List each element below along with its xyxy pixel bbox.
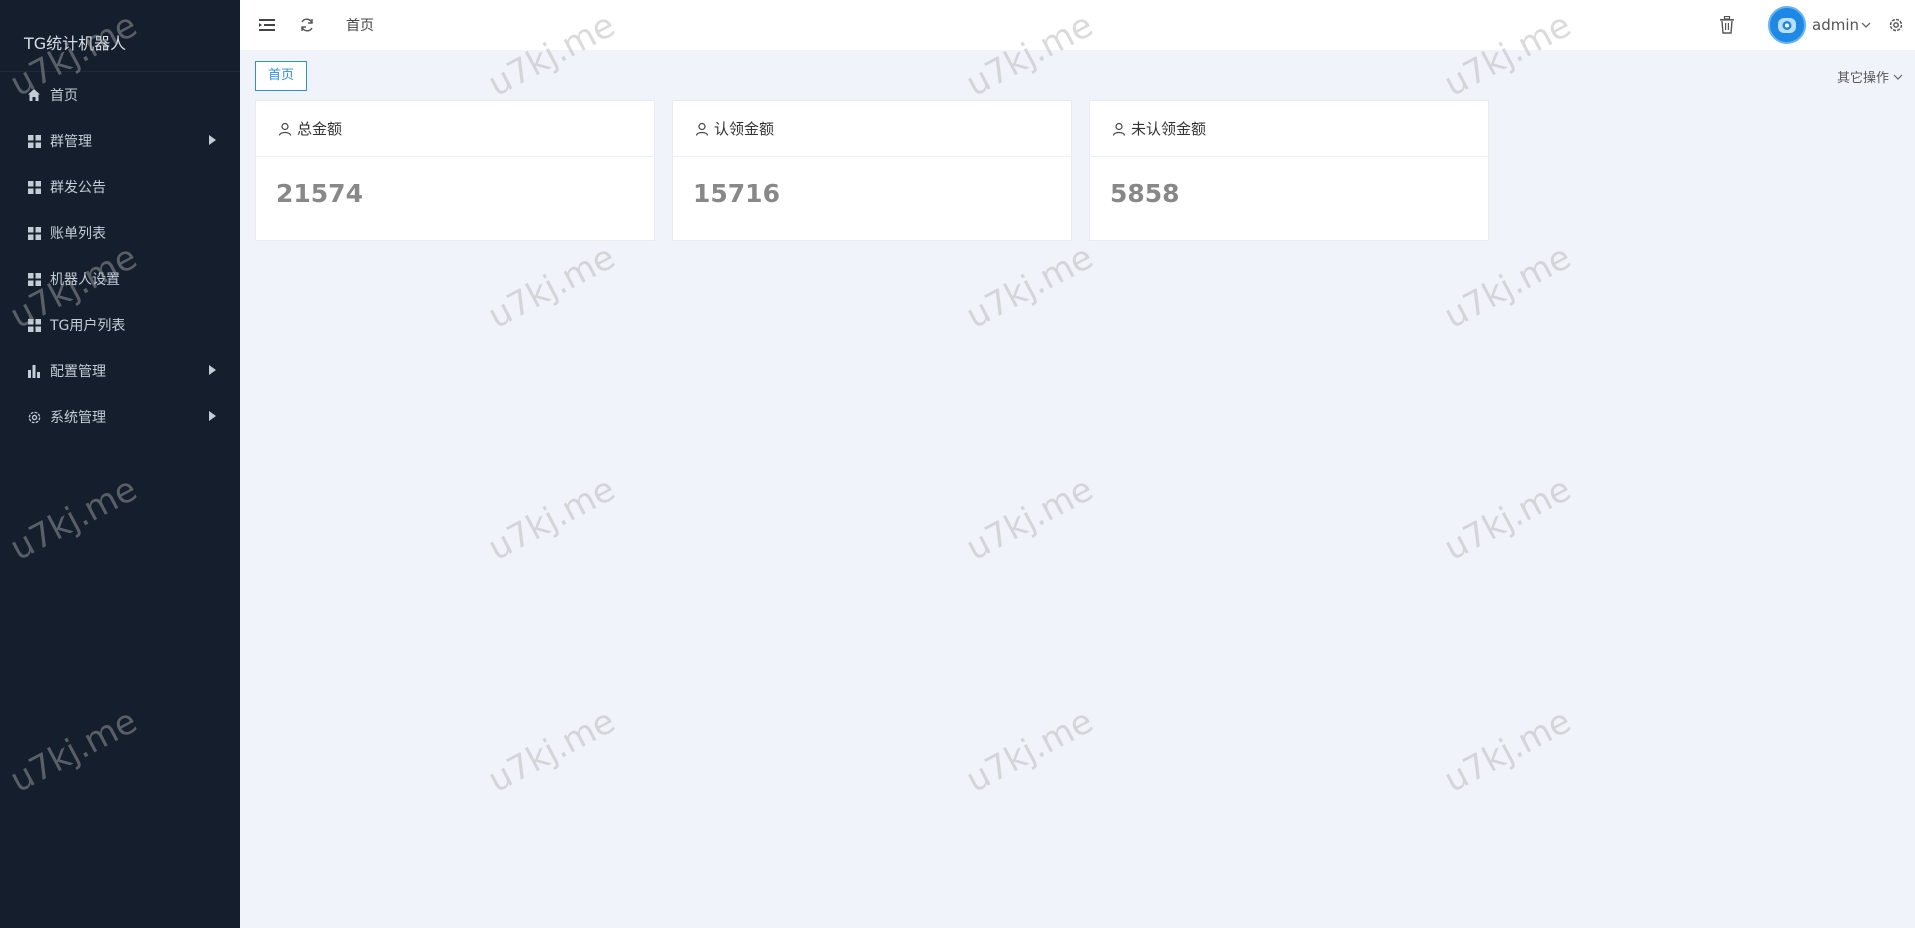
sidebar-item-home[interactable]: 首页: [0, 72, 240, 118]
caret-right-icon: [209, 365, 216, 375]
sidebar-item-group-management[interactable]: 群管理: [0, 118, 240, 164]
grid-icon: [26, 271, 42, 287]
watermark: u7kj.me: [481, 237, 622, 337]
grid-icon: [26, 225, 42, 241]
sidebar-item-tg-users[interactable]: TG用户列表: [0, 302, 240, 348]
user-menu[interactable]: admin: [1812, 16, 1871, 34]
app-root: TG统计机器人 首页 群管理 群发公告 账单列表 机器人设置 TG用户列表 配置…: [0, 0, 1915, 928]
sidebar-item-label: TG用户列表: [50, 318, 126, 334]
stat-card-total: 总金额 21574: [255, 100, 655, 241]
tag-bar: 首页 其它操作: [240, 50, 1915, 100]
refresh-icon[interactable]: [296, 14, 318, 36]
user-icon: [1112, 122, 1126, 136]
sidebar-item-system[interactable]: 系统管理: [0, 394, 240, 440]
sidebar-item-label: 系统管理: [50, 410, 106, 426]
card-header: 总金额: [256, 101, 654, 157]
card-title: 总金额: [297, 120, 343, 138]
menu-toggle-icon[interactable]: [256, 14, 278, 36]
stat-card-claimed: 认领金额 15716: [672, 100, 1072, 241]
chevron-down-icon: [1861, 21, 1871, 29]
sidebar-item-label: 首页: [50, 88, 78, 104]
watermark: u7kj.me: [959, 237, 1100, 337]
watermark: u7kj.me: [959, 469, 1100, 569]
tag-home[interactable]: 首页: [255, 61, 308, 91]
stat-cards: 总金额 21574 认领金额 15716 未认领金额 5858: [255, 100, 1489, 241]
breadcrumb[interactable]: 首页: [346, 15, 374, 35]
stat-card-unclaimed: 未认领金额 5858: [1089, 100, 1489, 241]
username-label: admin: [1812, 16, 1859, 34]
sidebar-item-label: 账单列表: [50, 226, 106, 242]
sidebar-item-broadcast[interactable]: 群发公告: [0, 164, 240, 210]
watermark: u7kj.me: [481, 469, 622, 569]
card-title: 未认领金额: [1131, 120, 1207, 138]
bar-chart-icon: [26, 363, 42, 379]
sidebar-item-label: 配置管理: [50, 364, 106, 380]
home-icon: [26, 87, 42, 103]
header-right: admin: [1716, 0, 1915, 50]
card-title: 认领金额: [714, 120, 775, 138]
avatar[interactable]: [1768, 6, 1806, 44]
gear-icon: [26, 409, 42, 425]
card-value: 5858: [1110, 179, 1180, 208]
other-operations-dropdown[interactable]: 其它操作: [1837, 67, 1903, 86]
watermark: u7kj.me: [1437, 237, 1578, 337]
sidebar-item-label: 机器人设置: [50, 272, 120, 288]
top-header: 首页 admin: [240, 0, 1915, 50]
user-icon: [278, 122, 292, 136]
sidebar-item-bills[interactable]: 账单列表: [0, 210, 240, 256]
sidebar-item-label: 群发公告: [50, 180, 106, 196]
watermark: u7kj.me: [959, 701, 1100, 801]
chevron-down-icon: [1893, 73, 1903, 81]
sidebar-menu: 首页 群管理 群发公告 账单列表 机器人设置 TG用户列表 配置管理 系统管理: [0, 72, 240, 440]
watermark: u7kj.me: [1437, 701, 1578, 801]
watermark: u7kj.me: [1437, 469, 1578, 569]
sidebar-item-bot-settings[interactable]: 机器人设置: [0, 256, 240, 302]
settings-icon[interactable]: [1885, 14, 1907, 36]
card-value: 21574: [276, 179, 363, 208]
other-operations-label: 其它操作: [1836, 71, 1889, 86]
watermark: u7kj.me: [481, 701, 622, 801]
caret-right-icon: [209, 411, 216, 421]
app-title: TG统计机器人: [0, 0, 240, 72]
sidebar-item-label: 群管理: [50, 134, 92, 150]
grid-icon: [26, 179, 42, 195]
card-value: 15716: [693, 179, 780, 208]
card-header: 未认领金额: [1090, 101, 1488, 157]
sidebar: TG统计机器人 首页 群管理 群发公告 账单列表 机器人设置 TG用户列表 配置…: [0, 0, 240, 928]
caret-right-icon: [209, 135, 216, 145]
trash-icon[interactable]: [1716, 14, 1738, 36]
card-header: 认领金额: [673, 101, 1071, 157]
sidebar-item-config[interactable]: 配置管理: [0, 348, 240, 394]
grid-icon: [26, 317, 42, 333]
user-icon: [695, 122, 709, 136]
grid-icon: [26, 133, 42, 149]
